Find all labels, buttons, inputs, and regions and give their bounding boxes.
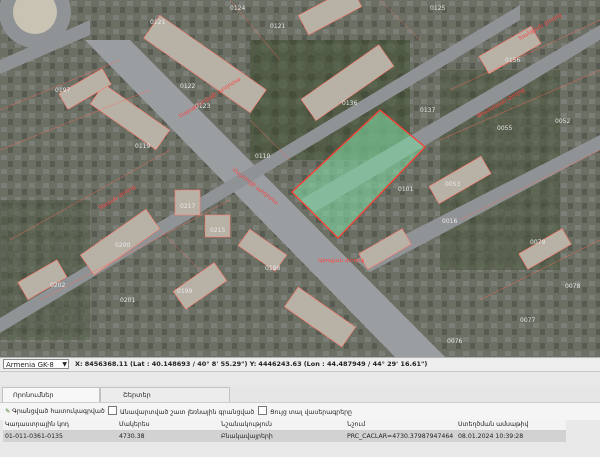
coordinate-bar: Armenia GK-8 ▼ X: 8456368.11 (Lat : 40.1… bbox=[0, 357, 600, 372]
y-value: 4446243.63 bbox=[258, 360, 302, 368]
column-header[interactable]: Նշում bbox=[347, 419, 365, 430]
parcel-label: 0122 bbox=[180, 83, 195, 90]
note-cell: PRC_CACLAR=4730.37987947464 ... bbox=[347, 433, 455, 440]
crs-select[interactable]: Armenia GK-8 ▼ bbox=[3, 359, 69, 369]
parcel-label: 0199 bbox=[177, 288, 192, 295]
parcel-label: 0125 bbox=[430, 5, 445, 12]
purpose-cell: Բնակավայրերի bbox=[221, 433, 273, 440]
table-row[interactable]: 01-011-0361-0135 4730.38 Բնակավայրերի PR… bbox=[3, 431, 566, 442]
parcel-label: 0078 bbox=[565, 283, 580, 290]
add-registered-button[interactable]: ✎ Գրանցված հատուկագրված bbox=[5, 406, 105, 417]
parcel-label: 0110 bbox=[255, 153, 270, 160]
parcel-label: 0200 bbox=[115, 242, 130, 249]
parcel-label: 0137 bbox=[420, 107, 435, 114]
parcel-label: 0052 bbox=[555, 118, 570, 125]
parcel-label: 0201 bbox=[120, 297, 135, 304]
parcel-label: 0077 bbox=[520, 317, 535, 324]
parcel-label: 0156 bbox=[505, 57, 520, 64]
parcel-label: 0079 bbox=[530, 239, 545, 246]
area-cell: 4730.38 bbox=[119, 433, 145, 440]
results-toolbar: ✎ Գրանցված հատուկագրված Անավարտված շատ լ… bbox=[0, 402, 600, 420]
lon-text: (Lon : 44.487949 / 44° 29' 16.61") bbox=[303, 360, 428, 368]
results-table: Կադաստրային կոդ Մակերես Նշանակություն Նշ… bbox=[3, 419, 566, 442]
created-date-cell: 08.01.2024 10:39:28 bbox=[458, 433, 524, 440]
column-header[interactable]: Մակերես bbox=[119, 419, 150, 430]
show-documents-label: Ցույց տալ վասերագրերը bbox=[270, 409, 352, 416]
parcel-label: 0053 bbox=[445, 181, 460, 188]
parcel-label: 0121 bbox=[150, 19, 165, 26]
parcel-label: 0198 bbox=[265, 265, 280, 272]
option-show-documents[interactable]: Ցույց տալ վասերագրերը bbox=[258, 406, 352, 417]
column-header[interactable]: Ստեղծման ամսաթիվ bbox=[458, 419, 528, 430]
parcel-label: 0101 bbox=[398, 186, 413, 193]
panel-tabs: Որոնումներ Շերտեր bbox=[0, 385, 600, 402]
lat-text: (Lat : 40.148693 / 40° 8' 55.29") bbox=[129, 360, 248, 368]
chevron-down-icon[interactable]: ▼ bbox=[62, 360, 67, 370]
parcel-label: 0215 bbox=[210, 227, 225, 234]
unfinished-checkbox[interactable] bbox=[108, 406, 117, 415]
parcel-label: 0197 bbox=[55, 87, 70, 94]
table-header: Կադաստրային կոդ Մակերես Նշանակություն Նշ… bbox=[3, 419, 566, 431]
parcel-label: 0121 bbox=[270, 23, 285, 30]
crs-value: Armenia GK-8 bbox=[6, 361, 54, 369]
parcel-label: 0016 bbox=[442, 218, 457, 225]
parcel-label: 0136 bbox=[342, 100, 357, 107]
parcel-label: 0217 bbox=[180, 203, 195, 210]
column-header[interactable]: Կադաստրային կոդ bbox=[5, 419, 69, 430]
unfinished-label: Անավարտված շատ լեռնային գրանցված bbox=[120, 409, 255, 416]
street-label: Աբովյան փողոց bbox=[318, 258, 364, 264]
x-label: X: bbox=[75, 360, 83, 368]
add-registered-label: Գրանցված հատուկագրված bbox=[12, 408, 105, 415]
cadastral-code-cell: 01-011-0361-0135 bbox=[5, 433, 63, 440]
x-value: 8456368.11 bbox=[84, 360, 128, 368]
coordinate-readout: X: 8456368.11 (Lat : 40.148693 / 40° 8' … bbox=[75, 359, 427, 370]
tab-search[interactable]: Որոնումներ bbox=[2, 387, 100, 402]
map-view[interactable]: 0121 0124 0121 0125 0197 0122 0123 0136 … bbox=[0, 0, 600, 357]
parcel-label: 0076 bbox=[447, 338, 462, 345]
pencil-icon: ✎ bbox=[5, 408, 11, 415]
parcel-label: 0119 bbox=[135, 143, 150, 150]
parcel-label: 0124 bbox=[230, 5, 245, 12]
parcel-label: 0055 bbox=[497, 125, 512, 132]
column-header[interactable]: Նշանակություն bbox=[221, 419, 272, 430]
parcel-label: 0202 bbox=[50, 282, 65, 289]
tab-layers[interactable]: Շերտեր bbox=[100, 387, 230, 402]
option-unfinished[interactable]: Անավարտված շատ լեռնային գրանցված bbox=[108, 406, 254, 417]
map-canvas[interactable]: 0121 0124 0121 0125 0197 0122 0123 0136 … bbox=[0, 0, 600, 357]
y-label: Y: bbox=[249, 360, 257, 368]
show-documents-checkbox[interactable] bbox=[258, 406, 267, 415]
